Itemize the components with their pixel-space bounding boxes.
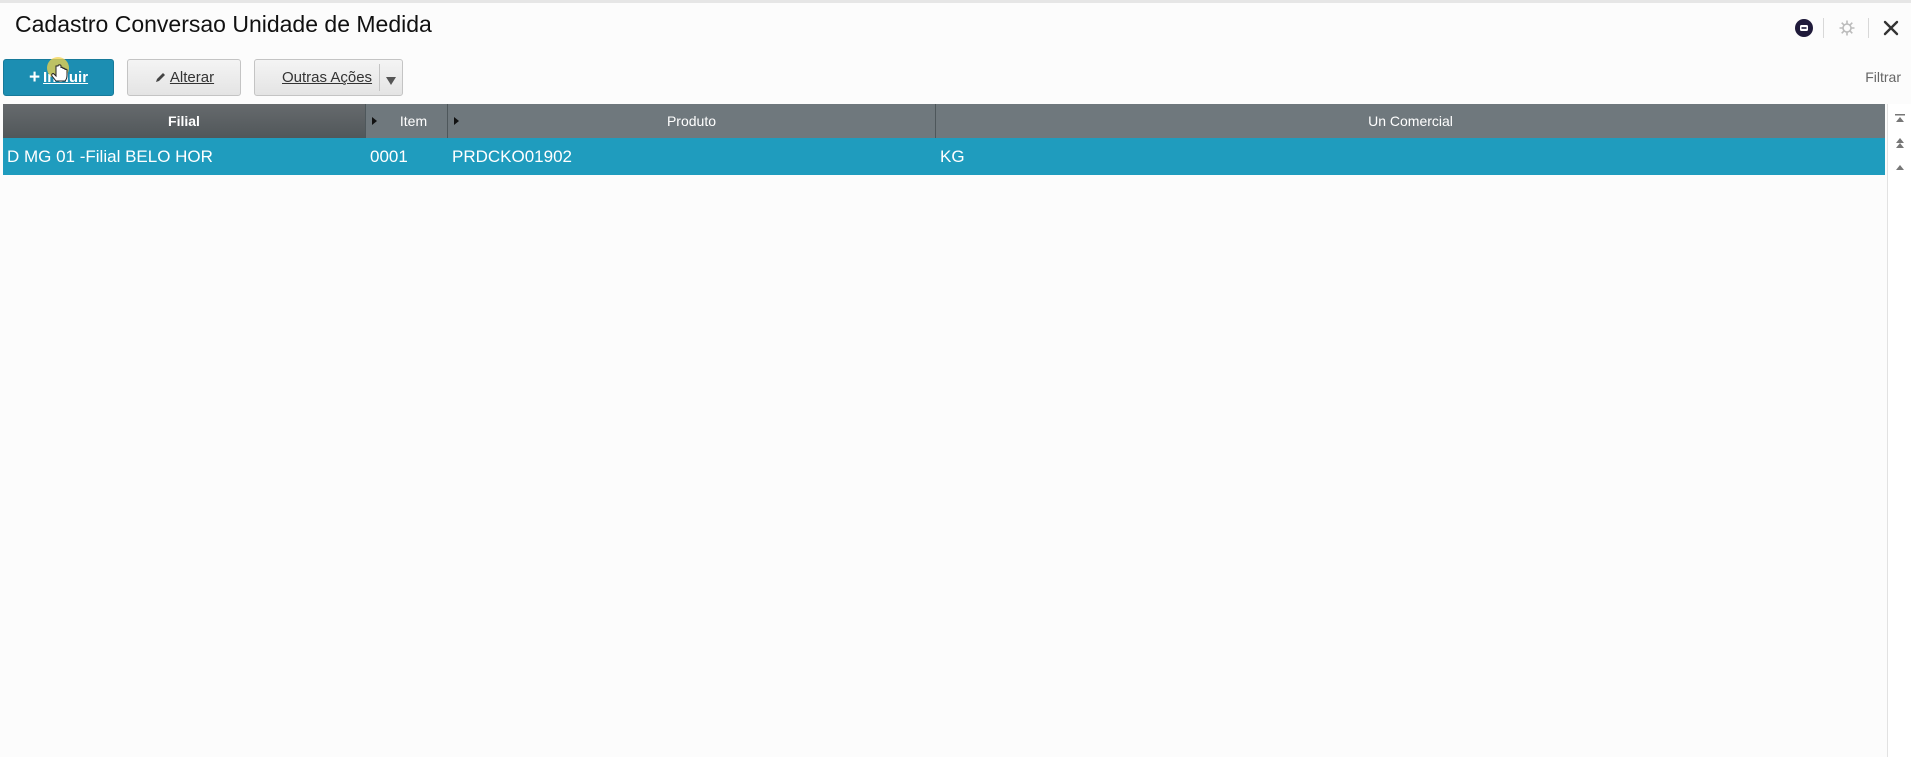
hand-pointer-icon xyxy=(44,56,78,95)
header-separator xyxy=(1868,18,1869,38)
gear-icon[interactable] xyxy=(1836,17,1858,39)
column-header-label: Filial xyxy=(168,113,200,129)
header-separator xyxy=(1823,18,1824,38)
filter-link[interactable]: Filtrar xyxy=(1865,69,1901,85)
edit-button-label: Alterar xyxy=(169,69,215,86)
grid-header: Filial Item Produto Un Comercial xyxy=(3,104,1885,138)
chevron-down-icon[interactable] xyxy=(385,73,397,90)
data-grid: Filial Item Produto Un Comercial D MG 01… xyxy=(3,104,1885,175)
cell-produto: PRDCKO01902 xyxy=(452,146,573,166)
cell-un-comercial: KG xyxy=(940,146,965,166)
cell-filial: D MG 01 -Filial BELO HOR xyxy=(7,146,213,166)
scroll-page-up-icon[interactable] xyxy=(1891,134,1908,151)
plus-icon: + xyxy=(28,66,41,88)
more-actions-label: Outras Ações xyxy=(282,69,373,86)
more-actions-button[interactable]: Outras Ações xyxy=(254,59,403,96)
page-title: Cadastro Conversao Unidade de Medida xyxy=(15,11,432,37)
pencil-icon xyxy=(154,71,167,84)
column-header-label: Produto xyxy=(666,113,717,129)
button-divider xyxy=(379,64,380,91)
cell-item: 0001 xyxy=(370,146,408,166)
vertical-scrollbar[interactable] xyxy=(1887,104,1911,757)
close-icon[interactable] xyxy=(1880,17,1902,39)
column-header-item[interactable]: Item xyxy=(366,104,448,138)
column-arrow-icon xyxy=(372,117,377,125)
column-header-label: Item xyxy=(399,113,428,129)
column-arrow-icon xyxy=(454,117,459,125)
edit-button[interactable]: Alterar xyxy=(127,59,241,96)
column-header-label: Un Comercial xyxy=(1368,113,1453,129)
scroll-top-icon[interactable] xyxy=(1891,110,1908,127)
table-row[interactable]: D MG 01 -Filial BELO HOR 0001 PRDCKO0190… xyxy=(3,138,1885,175)
window-top-border xyxy=(0,0,1911,3)
column-header-un-comercial[interactable]: Un Comercial xyxy=(936,104,1885,138)
column-header-produto[interactable]: Produto xyxy=(448,104,936,138)
scroll-up-icon[interactable] xyxy=(1891,158,1908,175)
browser-badge-icon[interactable] xyxy=(1793,17,1815,39)
column-header-filial[interactable]: Filial xyxy=(3,104,366,138)
